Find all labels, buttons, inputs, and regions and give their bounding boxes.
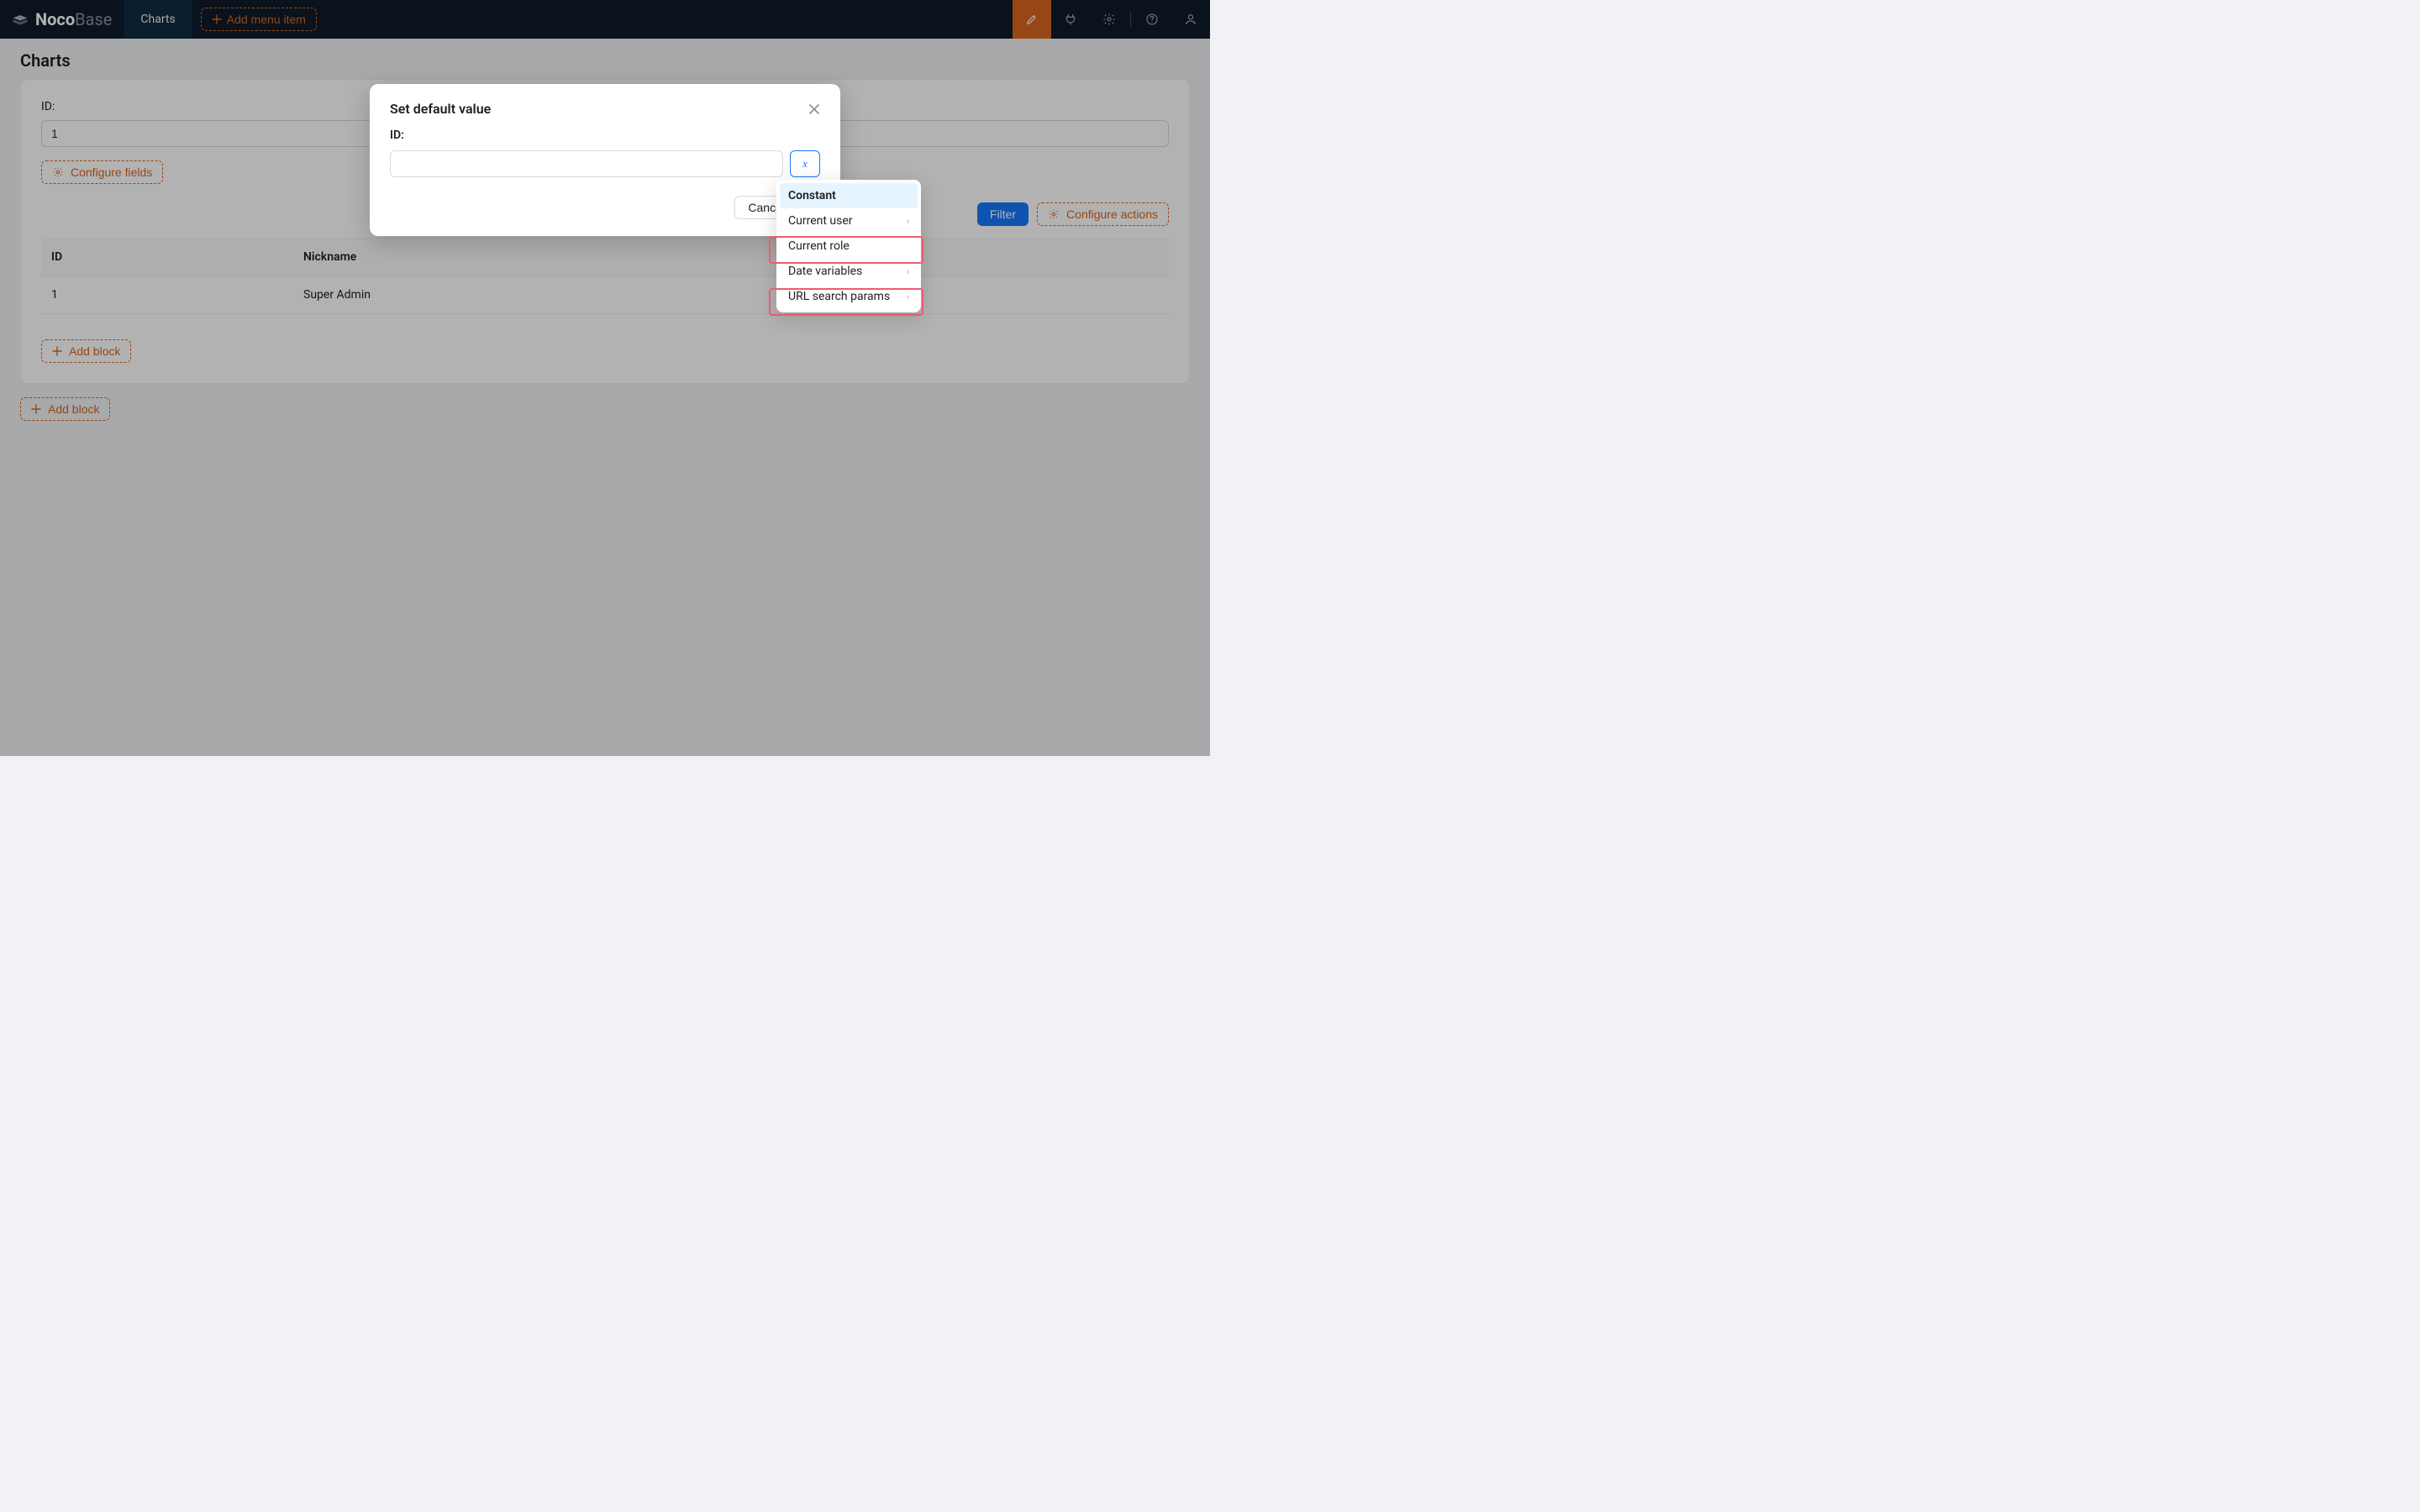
default-value-input[interactable]	[390, 150, 783, 177]
dropdown-item-current-role[interactable]: Current role	[780, 234, 918, 259]
close-icon	[808, 103, 820, 115]
dropdown-item-label: Current role	[788, 239, 850, 253]
dropdown-item-url-search-params[interactable]: URL search params ›	[780, 284, 918, 309]
variable-toggle-button[interactable]: x	[790, 150, 820, 177]
modal-title: Set default value	[390, 101, 491, 117]
dropdown-item-label: Constant	[788, 189, 836, 202]
dropdown-item-current-user[interactable]: Current user ›	[780, 208, 918, 234]
modal-field-label: ID:	[390, 129, 820, 142]
chevron-right-icon: ›	[907, 291, 909, 302]
dropdown-item-label: URL search params	[788, 290, 890, 303]
variable-icon: x	[802, 157, 808, 171]
chevron-right-icon: ›	[907, 216, 909, 227]
chevron-right-icon: ›	[907, 266, 909, 277]
set-default-value-modal: Set default value ID: x Cancel Submit	[370, 84, 840, 236]
variable-dropdown: Constant Current user › Current role Dat…	[776, 180, 921, 312]
modal-close-button[interactable]	[808, 103, 820, 115]
dropdown-item-label: Date variables	[788, 265, 862, 278]
dropdown-item-constant[interactable]: Constant	[780, 183, 918, 208]
dropdown-item-date-variables[interactable]: Date variables ›	[780, 259, 918, 284]
dropdown-item-label: Current user	[788, 214, 853, 228]
